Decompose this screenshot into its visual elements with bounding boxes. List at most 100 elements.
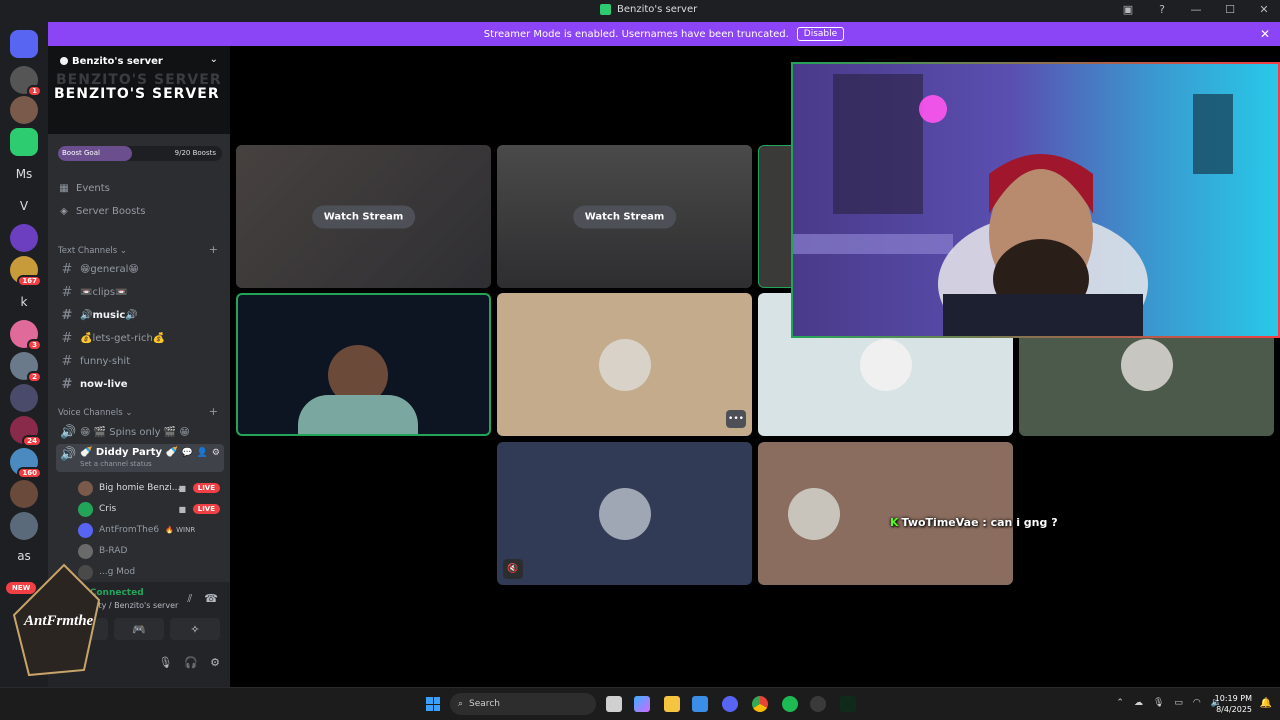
add-voice-channel-icon[interactable]: + [209,405,218,418]
events-item[interactable]: ▦ Events [58,183,110,194]
server-icon[interactable]: 24 [10,416,42,447]
server-icon[interactable] [10,384,38,412]
add-user-icon[interactable]: 👤 [197,448,208,458]
maximize-button[interactable]: ☐ [1222,3,1238,16]
copilot-icon[interactable] [634,696,650,712]
add-text-channel-icon[interactable]: + [209,243,218,256]
voice-user[interactable]: Cris ■ LIVE [78,500,224,518]
voice-channel-diddy-party[interactable]: 🔊 🍼 Diddy Party 🍼 Set a channel status 💬 … [56,444,224,472]
display-icon[interactable]: ▭ [1174,698,1183,708]
server-icon[interactable]: k [10,288,38,316]
windows-taskbar: ⌕ Search ⌃ ☁ 🎙 ▭ ◠ 🔈 10:19 PM 8/4/2025 🔔 [0,687,1280,720]
text-channel[interactable]: # 📼clips📼 [56,282,224,302]
discord-taskbar-icon[interactable] [722,696,738,712]
unread-badge: 167 [17,275,42,287]
task-view-icon[interactable] [606,696,622,712]
server-header[interactable]: Benzito's server ⌄ BENZITO'S SERVER BENZ… [48,46,230,134]
discord-home-icon[interactable] [10,30,38,58]
channel-name: funny-shit [80,355,131,367]
wifi-icon[interactable]: ◠ [1193,698,1201,708]
cloud-icon[interactable]: ☁ [1134,698,1143,708]
soundboard-button[interactable]: ✧ [170,618,220,640]
chevron-up-icon[interactable]: ⌃ [1116,698,1124,708]
server-name[interactable]: Benzito's server [60,56,163,67]
chat-icon[interactable]: 💬 [181,448,192,458]
taskbar-clock[interactable]: 10:19 PM 8/4/2025 [1215,693,1252,715]
boost-goal-label: Boost Goal [62,149,100,157]
user-tile-5[interactable]: 🔇 [497,442,752,585]
windows-start-icon[interactable] [426,697,440,711]
chevron-down-icon[interactable]: ⌄ [210,54,218,65]
server-boosts-item[interactable]: ◈ Server Boosts [58,206,145,217]
voice-channel-spins-only[interactable]: 🔊 😁 🎬 Spins only 🎬 😁 [56,422,224,442]
server-icon[interactable]: Ms [10,160,38,188]
text-channel[interactable]: # 🔊music🔊 [56,305,224,325]
server-icon[interactable]: 160 [10,448,42,479]
help-icon[interactable]: ? [1154,3,1170,16]
voice-user-name: Cris [99,504,117,514]
live-badge: LIVE [192,504,220,514]
text-channel[interactable]: # 😁general😁 [56,259,224,279]
text-channel[interactable]: # now-live [56,374,224,394]
text-channel[interactable]: # funny-shit [56,351,224,371]
text-channels-category[interactable]: Text Channels ⌄ [58,246,127,256]
stream-tile-1[interactable]: Watch Stream [236,145,491,288]
voice-channels-category[interactable]: Voice Channels ⌄ [58,408,132,418]
chrome-icon[interactable] [752,696,768,712]
avatar [788,487,841,540]
file-explorer-icon[interactable] [664,696,680,712]
speaker-icon: 🔊 [60,447,77,462]
watch-stream-button[interactable]: Watch Stream [311,205,416,228]
server-icon[interactable]: 1 [10,66,42,97]
microphone-icon[interactable]: 🎙 [158,656,172,669]
spotify-icon[interactable] [782,696,798,712]
settings-gear-icon[interactable]: ⚙ [210,656,220,669]
taskbar-search[interactable]: ⌕ Search [450,693,596,715]
voice-user[interactable]: AntFromThe6 🔥 WINR [78,521,224,539]
more-options-icon[interactable]: ••• [726,410,746,428]
headphones-icon[interactable]: 🎧 [184,656,198,669]
server-icon[interactable] [10,224,38,252]
user-tile-2[interactable]: ••• [497,293,752,436]
streaming-app-icon[interactable] [840,696,856,712]
avatar [859,338,912,391]
text-channel[interactable]: # 💰lets-get-rich💰 [56,328,224,348]
webcam-person-body [298,395,418,434]
voice-user-name: Big homie Benzi... [99,483,181,493]
user-controls: 🎙 🎧 ⚙ [158,656,220,669]
server-icon[interactable] [10,480,38,508]
voice-user[interactable]: B-RAD [78,542,224,560]
disable-streamer-button[interactable]: Disable [796,27,845,41]
stream-tile-2[interactable]: Watch Stream [497,145,752,288]
antfrmthe-sticker: AntFrmthe [12,563,101,677]
watch-stream-button[interactable]: Watch Stream [572,205,677,228]
video-tile-speaking[interactable] [236,293,491,436]
server-icon[interactable]: 3 [10,320,42,351]
avatar [78,543,93,559]
inbox-icon[interactable]: ▣ [1120,3,1136,16]
disconnect-icon[interactable]: ☎ [204,592,218,606]
avatar [78,522,93,538]
webcam-scene [793,64,1278,336]
close-icon[interactable]: ✕ [1260,27,1270,41]
gear-icon[interactable]: ⚙ [212,448,220,458]
notification-bell-icon[interactable]: 🔔 [1260,698,1272,709]
server-icon[interactable]: 167 [10,256,42,287]
camera-icon: ■ [178,504,186,514]
voice-user[interactable]: Big homie Benzi... ■ LIVE [78,479,224,497]
server-icon[interactable] [10,96,38,124]
server-icon[interactable] [10,128,38,156]
store-icon[interactable] [692,696,708,712]
boost-goal-bar[interactable]: Boost Goal 9/20 Boosts [58,146,222,161]
channel-status[interactable]: Set a channel status [80,460,152,468]
server-icon[interactable]: V [10,192,38,220]
user-tile-6[interactable] [758,442,1013,585]
mic-tray-icon[interactable]: 🎙 [1153,698,1164,708]
server-icon[interactable]: 2 [10,352,42,383]
noise-suppression-icon[interactable]: ⫽ [187,592,192,606]
voice-user-name: AntFromThe6 [99,525,160,535]
close-window-button[interactable]: ✕ [1256,3,1272,16]
minimize-button[interactable]: — [1188,3,1204,16]
server-icon[interactable] [10,512,38,540]
obs-icon[interactable] [810,696,826,712]
